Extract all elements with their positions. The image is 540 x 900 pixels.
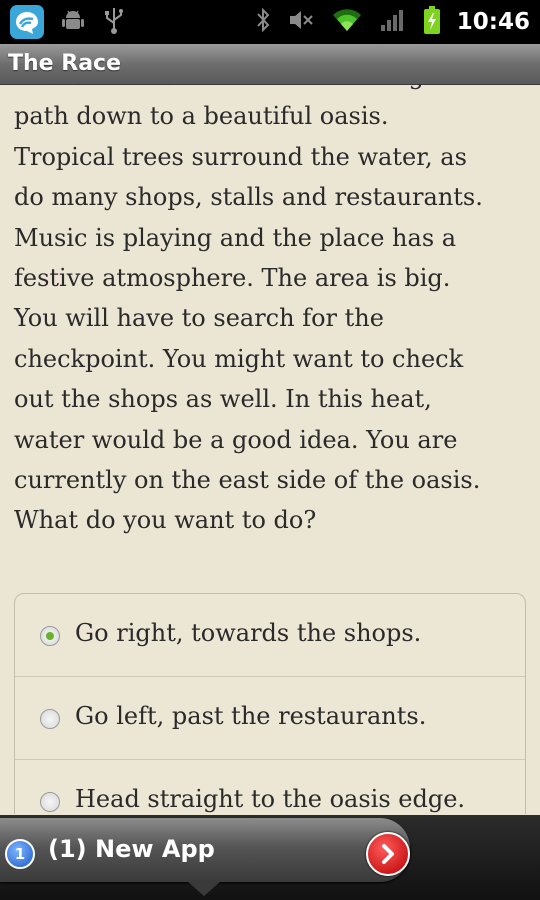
usb-icon	[102, 5, 126, 39]
battery-icon	[423, 5, 441, 39]
android-debug-icon	[60, 7, 86, 37]
status-left-icons	[10, 5, 126, 39]
status-right-icons: 10:46	[255, 0, 530, 44]
story-line: What do you want to do?	[14, 506, 317, 535]
choice-label: Head straight to the oasis edge.	[75, 785, 466, 813]
story-line: out the shops as well. In this heat,	[14, 385, 432, 414]
story-line: checkpoint. You might want to check	[14, 344, 464, 373]
app-icon	[10, 5, 44, 39]
bluetooth-icon	[255, 6, 271, 38]
signal-icon	[379, 7, 407, 37]
story-line: You will have to search for the	[14, 304, 384, 333]
mute-icon	[287, 7, 315, 37]
notification-text[interactable]: (1) New App	[48, 835, 215, 863]
clock: 10:46	[456, 9, 530, 35]
chevron-right-icon[interactable]	[366, 832, 410, 876]
story-line: ahead curves to the left revealing a	[14, 84, 534, 96]
story-line: currently on the east side of the oasis.	[14, 466, 481, 495]
page-title: The Race	[8, 51, 121, 76]
choice-item[interactable]: Go left, past the restaurants.	[15, 677, 525, 760]
choice-item[interactable]: Head straight to the oasis edge.	[15, 760, 525, 814]
story-line: festive atmosphere. The area is big.	[14, 264, 451, 293]
story-line: path down to a beautiful oasis.	[14, 102, 389, 131]
story-line: Tropical trees surround the water, as	[14, 142, 467, 171]
story-text: ahead curves to the left revealing a pat…	[14, 84, 534, 541]
wifi-icon	[331, 7, 363, 37]
story-scroll-area[interactable]: ahead curves to the left revealing a pat…	[0, 84, 540, 814]
choice-label: Go left, past the restaurants.	[75, 702, 427, 730]
status-bar: 10:46	[0, 0, 540, 44]
story-line: water would be a good idea. You are	[14, 425, 458, 454]
notification-count-badge: 1	[5, 839, 35, 869]
choice-item[interactable]: Go right, towards the shops.	[15, 594, 525, 677]
title-bar: The Race	[0, 44, 540, 85]
radio-button[interactable]	[40, 792, 60, 812]
notification-pointer	[186, 880, 222, 896]
radio-button[interactable]	[40, 709, 60, 729]
choice-label: Go right, towards the shops.	[75, 619, 422, 647]
story-line: do many shops, stalls and restaurants.	[14, 183, 483, 212]
choice-list: Go right, towards the shops. Go left, pa…	[14, 593, 526, 814]
story-line: Music is playing and the place has a	[14, 223, 457, 252]
radio-button-selected[interactable]	[40, 626, 60, 646]
